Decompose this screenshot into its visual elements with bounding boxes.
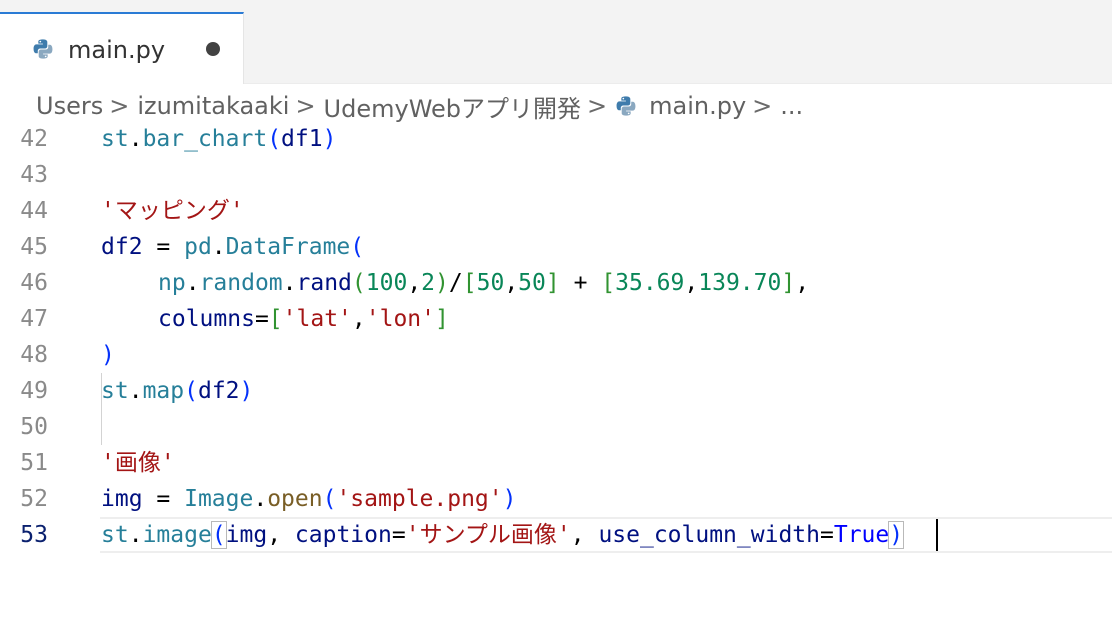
tab-main-py[interactable]: main.py	[0, 12, 244, 84]
line-number: 45	[20, 234, 48, 260]
breadcrumb-item-user-folder[interactable]: izumitakaaki	[137, 92, 289, 120]
breadcrumb-item-file[interactable]: main.py	[649, 92, 746, 120]
code-line[interactable]: 43	[0, 157, 1112, 193]
line-number: 46	[20, 270, 48, 296]
tab-label: main.py	[68, 36, 166, 64]
breadcrumb-item-users[interactable]: Users	[36, 92, 103, 120]
breadcrumb-separator: >	[587, 92, 608, 120]
code-text: 'マッピング'	[101, 198, 244, 224]
code-text: np.random.rand(100,2)/[50,50] + [35.69,1…	[158, 270, 810, 296]
code-text: st.map(df2)	[101, 378, 254, 404]
code-text: )	[101, 342, 115, 368]
code-text: st.image(img, caption='サンプル画像', use_colu…	[101, 521, 905, 549]
code-line[interactable]: 52 img = Image.open('sample.png')	[0, 481, 1112, 517]
tab-bar: main.py	[0, 0, 1112, 84]
python-icon	[33, 39, 53, 59]
line-number: 44	[20, 198, 48, 224]
line-number: 51	[20, 450, 48, 476]
line-number: 42	[20, 126, 48, 152]
unsaved-changes-dot-icon[interactable]	[206, 42, 220, 56]
breadcrumb-item-symbols[interactable]: ...	[780, 92, 803, 120]
code-line[interactable]: 44 'マッピング'	[0, 193, 1112, 229]
code-line[interactable]: 46 np.random.rand(100,2)/[50,50] + [35.6…	[0, 265, 1112, 301]
code-text: '画像'	[101, 450, 175, 476]
line-number: 43	[20, 162, 48, 188]
text-cursor	[936, 519, 938, 551]
code-line[interactable]: 49 st.map(df2)	[0, 373, 1112, 409]
code-text: img = Image.open('sample.png')	[101, 486, 517, 512]
code-line[interactable]: 48 )	[0, 337, 1112, 373]
breadcrumb-item-project-folder[interactable]: UdemyWebアプリ開発	[324, 89, 581, 124]
line-number: 48	[20, 342, 48, 368]
line-number: 49	[20, 378, 48, 404]
code-line[interactable]: 45 df2 = pd.DataFrame(	[0, 229, 1112, 265]
python-icon	[616, 96, 636, 116]
code-text: df2 = pd.DataFrame(	[101, 234, 365, 260]
code-line[interactable]: 50	[0, 409, 1112, 445]
line-number: 52	[20, 486, 48, 512]
breadcrumb-separator: >	[295, 92, 316, 120]
code-text: st.bar_chart(df1)	[101, 126, 337, 152]
code-text: columns=['lat','lon']	[158, 306, 449, 332]
breadcrumb-separator: >	[752, 92, 773, 120]
line-number: 50	[20, 414, 48, 440]
code-line[interactable]: 42 st.bar_chart(df1)	[0, 121, 1112, 157]
code-line[interactable]: 47 columns=['lat','lon']	[0, 301, 1112, 337]
line-number: 53	[20, 522, 48, 548]
breadcrumb-separator: >	[109, 92, 130, 120]
line-number: 47	[20, 306, 48, 332]
code-line[interactable]: 51 '画像'	[0, 445, 1112, 481]
code-line[interactable]: 53 st.image(img, caption='サンプル画像', use_c…	[0, 517, 1112, 553]
code-editor[interactable]: 42 st.bar_chart(df1) 43 44 'マッピング' 45 df…	[0, 120, 1112, 622]
